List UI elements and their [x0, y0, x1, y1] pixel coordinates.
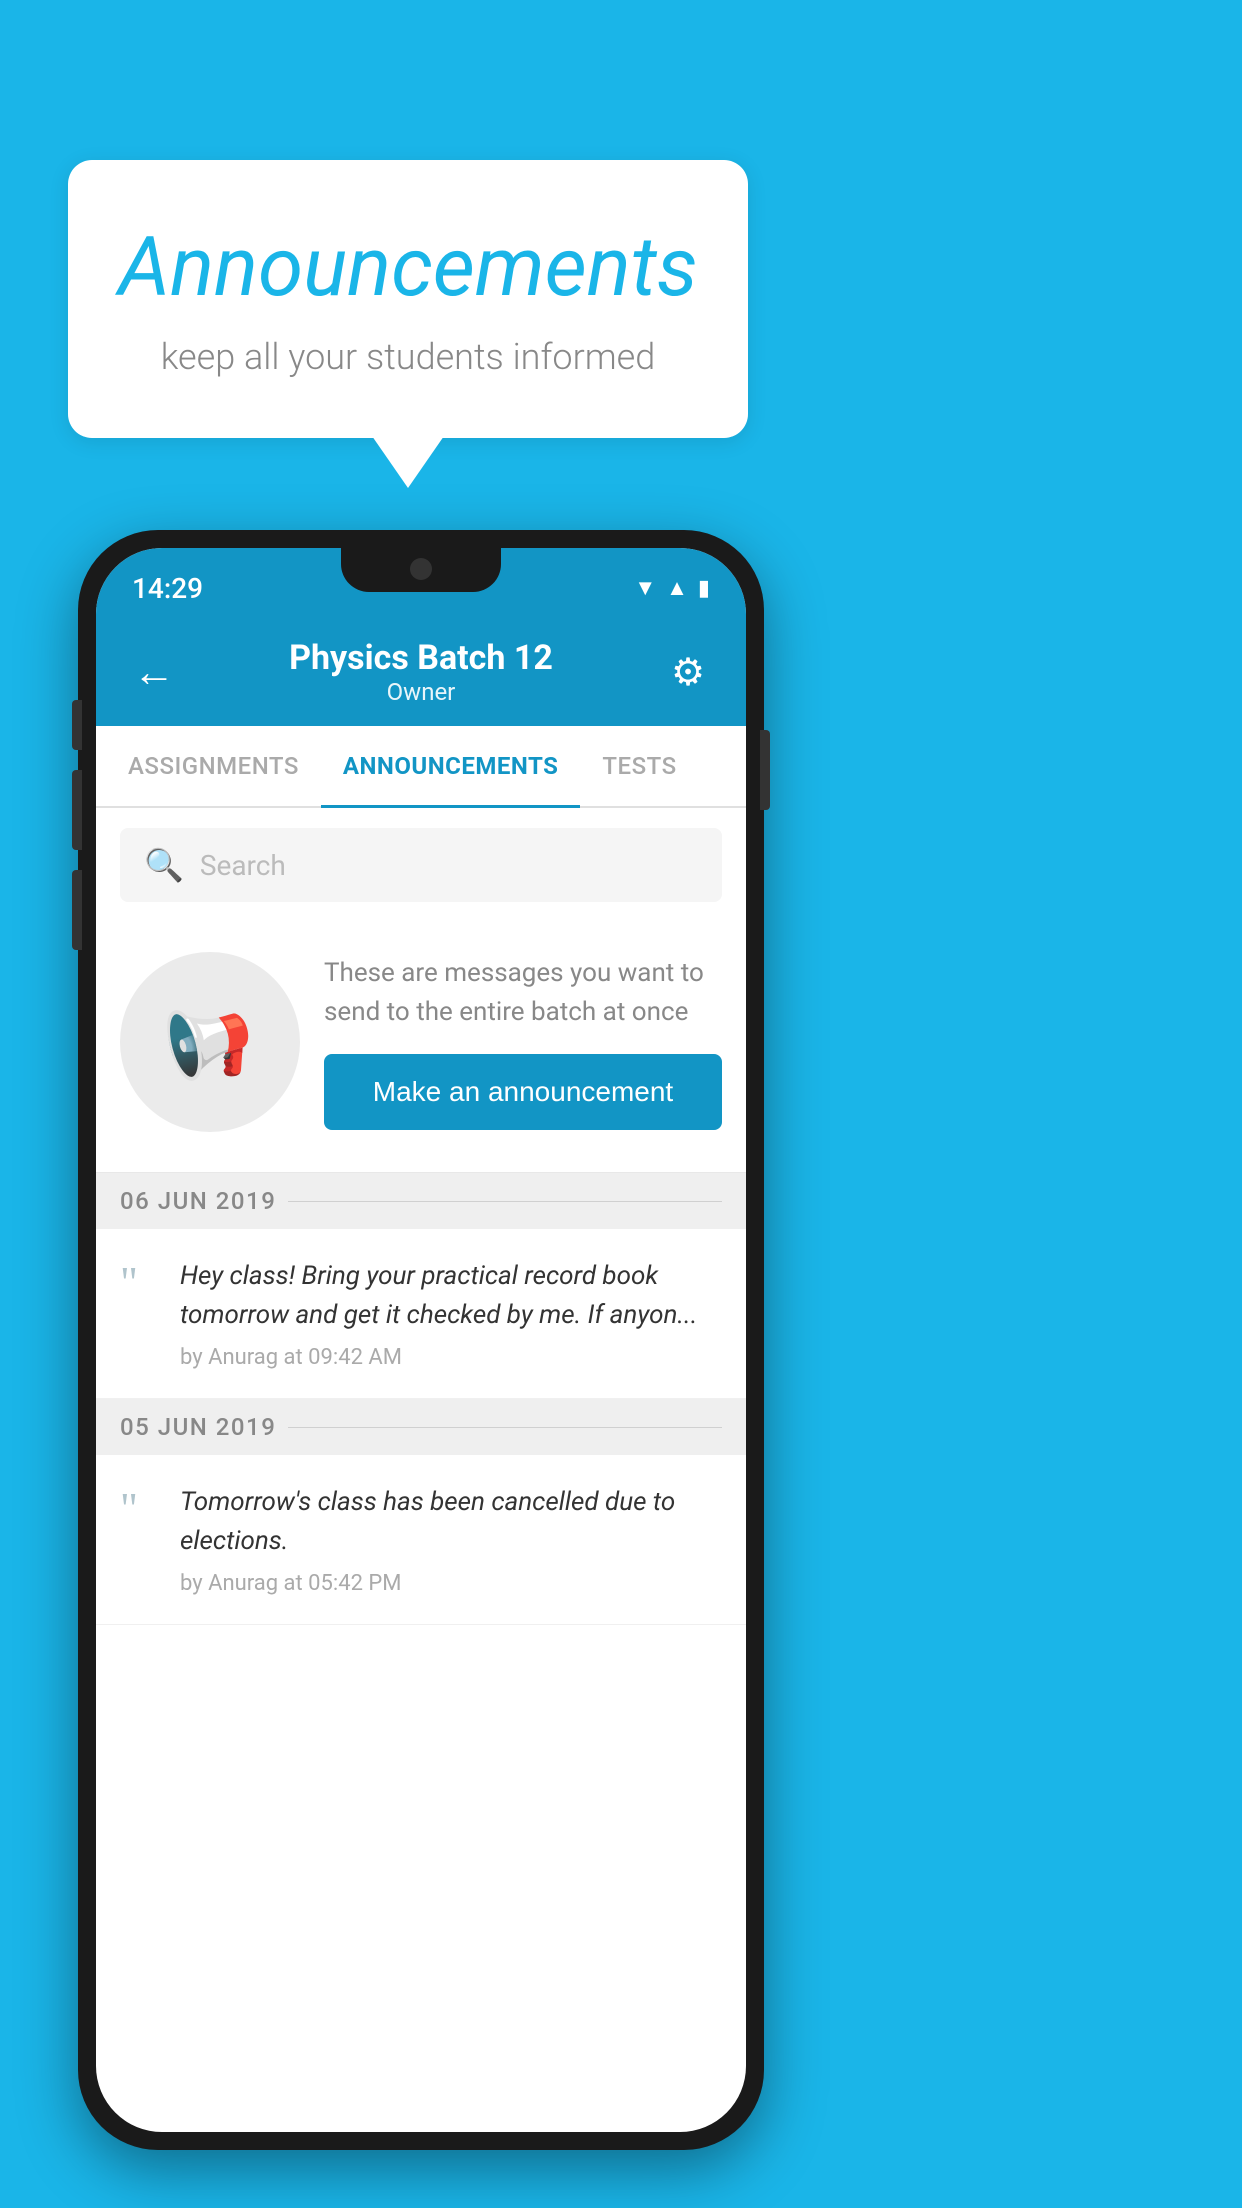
announcement-text-2: Tomorrow's class has been cancelled due …	[180, 1483, 722, 1561]
battery-icon: ▮	[698, 576, 710, 601]
announcement-item-1[interactable]: " Hey class! Bring your practical record…	[96, 1229, 746, 1399]
search-bar: 🔍 Search	[96, 808, 746, 922]
phone-volume-up-button	[72, 770, 82, 850]
search-input-wrap[interactable]: 🔍 Search	[120, 828, 722, 902]
status-icons: ▼ ▲ ▮	[634, 575, 710, 601]
wifi-icon: ▼	[634, 575, 656, 601]
promo-section: 📢 These are messages you want to send to…	[96, 922, 746, 1173]
phone-power-button	[760, 730, 770, 810]
signal-icon: ▲	[666, 575, 688, 601]
date-line-2	[288, 1427, 722, 1428]
announcement-item-2[interactable]: " Tomorrow's class has been cancelled du…	[96, 1455, 746, 1625]
header-center: Physics Batch 12 Owner	[184, 638, 658, 706]
app-content: 🔍 Search 📢 These are messages you want t…	[96, 808, 746, 1625]
quote-icon-1: "	[120, 1261, 160, 1305]
phone-volume-silent-button	[72, 700, 82, 750]
status-time: 14:29	[132, 572, 203, 605]
announcement-content-1: Hey class! Bring your practical record b…	[180, 1257, 722, 1370]
date-line-1	[288, 1201, 722, 1202]
tab-bar: ASSIGNMENTS ANNOUNCEMENTS TESTS	[96, 726, 746, 808]
tab-tests[interactable]: TESTS	[580, 726, 698, 806]
tab-announcements[interactable]: ANNOUNCEMENTS	[321, 726, 581, 806]
tab-assignments[interactable]: ASSIGNMENTS	[106, 726, 321, 806]
promo-icon-circle: 📢	[120, 952, 300, 1132]
settings-button[interactable]: ⚙	[658, 650, 718, 695]
bubble-title: Announcements	[118, 220, 698, 316]
date-label-2: 05 JUN 2019	[120, 1413, 276, 1441]
bubble-subtitle: keep all your students informed	[118, 336, 698, 378]
announcement-text-1: Hey class! Bring your practical record b…	[180, 1257, 722, 1335]
date-label-1: 06 JUN 2019	[120, 1187, 276, 1215]
phone-mockup: 14:29 ▼ ▲ ▮ ← Physics Batch 12 Owner ⚙ A…	[78, 530, 764, 2150]
back-button[interactable]: ←	[124, 648, 184, 697]
speech-bubble: Announcements keep all your students inf…	[68, 160, 748, 438]
announcement-meta-2: by Anurag at 05:42 PM	[180, 1571, 722, 1596]
search-icon: 🔍	[144, 846, 184, 884]
search-placeholder: Search	[200, 849, 286, 882]
header-subtitle: Owner	[184, 678, 658, 706]
promo-description: These are messages you want to send to t…	[324, 954, 722, 1032]
phone-notch	[341, 548, 501, 592]
date-separator-2: 05 JUN 2019	[96, 1399, 746, 1455]
announcement-content-2: Tomorrow's class has been cancelled due …	[180, 1483, 722, 1596]
promo-right: These are messages you want to send to t…	[324, 954, 722, 1130]
announcement-meta-1: by Anurag at 09:42 AM	[180, 1345, 722, 1370]
app-header: ← Physics Batch 12 Owner ⚙	[96, 620, 746, 726]
speech-bubble-container: Announcements keep all your students inf…	[68, 160, 748, 438]
phone-volume-down-button	[72, 870, 82, 950]
megaphone-icon: 📢	[156, 989, 265, 1094]
make-announcement-button[interactable]: Make an announcement	[324, 1054, 722, 1130]
date-separator-1: 06 JUN 2019	[96, 1173, 746, 1229]
quote-icon-2: "	[120, 1487, 160, 1531]
header-title: Physics Batch 12	[184, 638, 658, 678]
